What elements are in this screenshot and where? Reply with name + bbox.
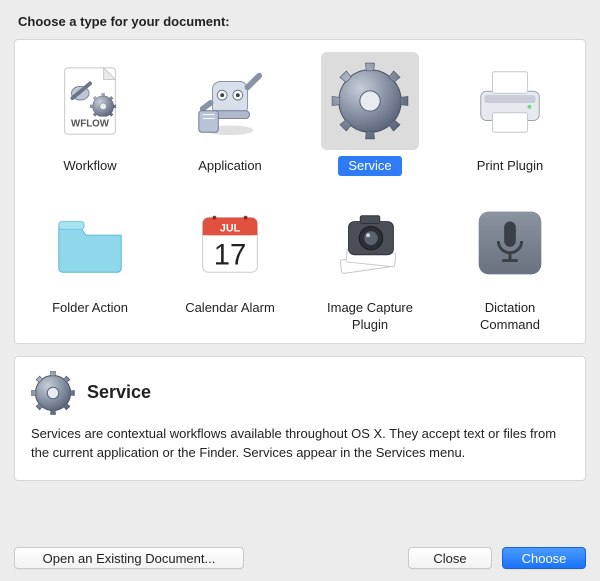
type-label: Image Capture Plugin [317, 298, 423, 335]
automator-app-icon [181, 52, 279, 150]
type-item-folder-action[interactable]: Folder Action [23, 194, 157, 335]
description-icon [31, 371, 75, 415]
type-label: Workflow [53, 156, 126, 176]
svg-text:17: 17 [214, 240, 247, 272]
gear-icon [321, 52, 419, 150]
type-label: Dictation Command [470, 298, 550, 335]
new-document-chooser: Choose a type for your document: WFLOW W… [0, 0, 600, 581]
printer-icon [461, 52, 559, 150]
type-label: Service [338, 156, 401, 176]
type-label: Application [188, 156, 272, 176]
description-title: Service [87, 382, 151, 403]
type-label: Folder Action [42, 298, 138, 318]
type-item-calendar-alarm[interactable]: JUL 17 Calendar Alarm [163, 194, 297, 335]
description-panel: Service Services are contextual workflow… [14, 356, 586, 482]
open-existing-button[interactable]: Open an Existing Document... [14, 547, 244, 569]
close-button[interactable]: Close [408, 547, 492, 569]
type-item-service[interactable]: Service [303, 52, 437, 176]
type-item-dictation[interactable]: Dictation Command [443, 194, 577, 335]
type-item-image-capture[interactable]: Image Capture Plugin [303, 194, 437, 335]
type-item-application[interactable]: Application [163, 52, 297, 176]
svg-text:WFLOW: WFLOW [71, 118, 110, 129]
type-item-workflow[interactable]: WFLOW Workflow [23, 52, 157, 176]
wflow-doc-icon: WFLOW [41, 52, 139, 150]
camera-icon [321, 194, 419, 292]
type-grid-panel: WFLOW Workflow Application Service [14, 39, 586, 344]
prompt-label: Choose a type for your document: [18, 14, 586, 29]
choose-button[interactable]: Choose [502, 547, 586, 569]
calendar-icon: JUL 17 [181, 194, 279, 292]
description-body: Services are contextual workflows availa… [31, 425, 569, 463]
microphone-icon [461, 194, 559, 292]
type-label: Print Plugin [467, 156, 553, 176]
type-item-print-plugin[interactable]: Print Plugin [443, 52, 577, 176]
footer-bar: Open an Existing Document... Close Choos… [14, 533, 586, 569]
folder-icon [41, 194, 139, 292]
type-label: Calendar Alarm [175, 298, 285, 318]
svg-text:JUL: JUL [220, 223, 241, 235]
